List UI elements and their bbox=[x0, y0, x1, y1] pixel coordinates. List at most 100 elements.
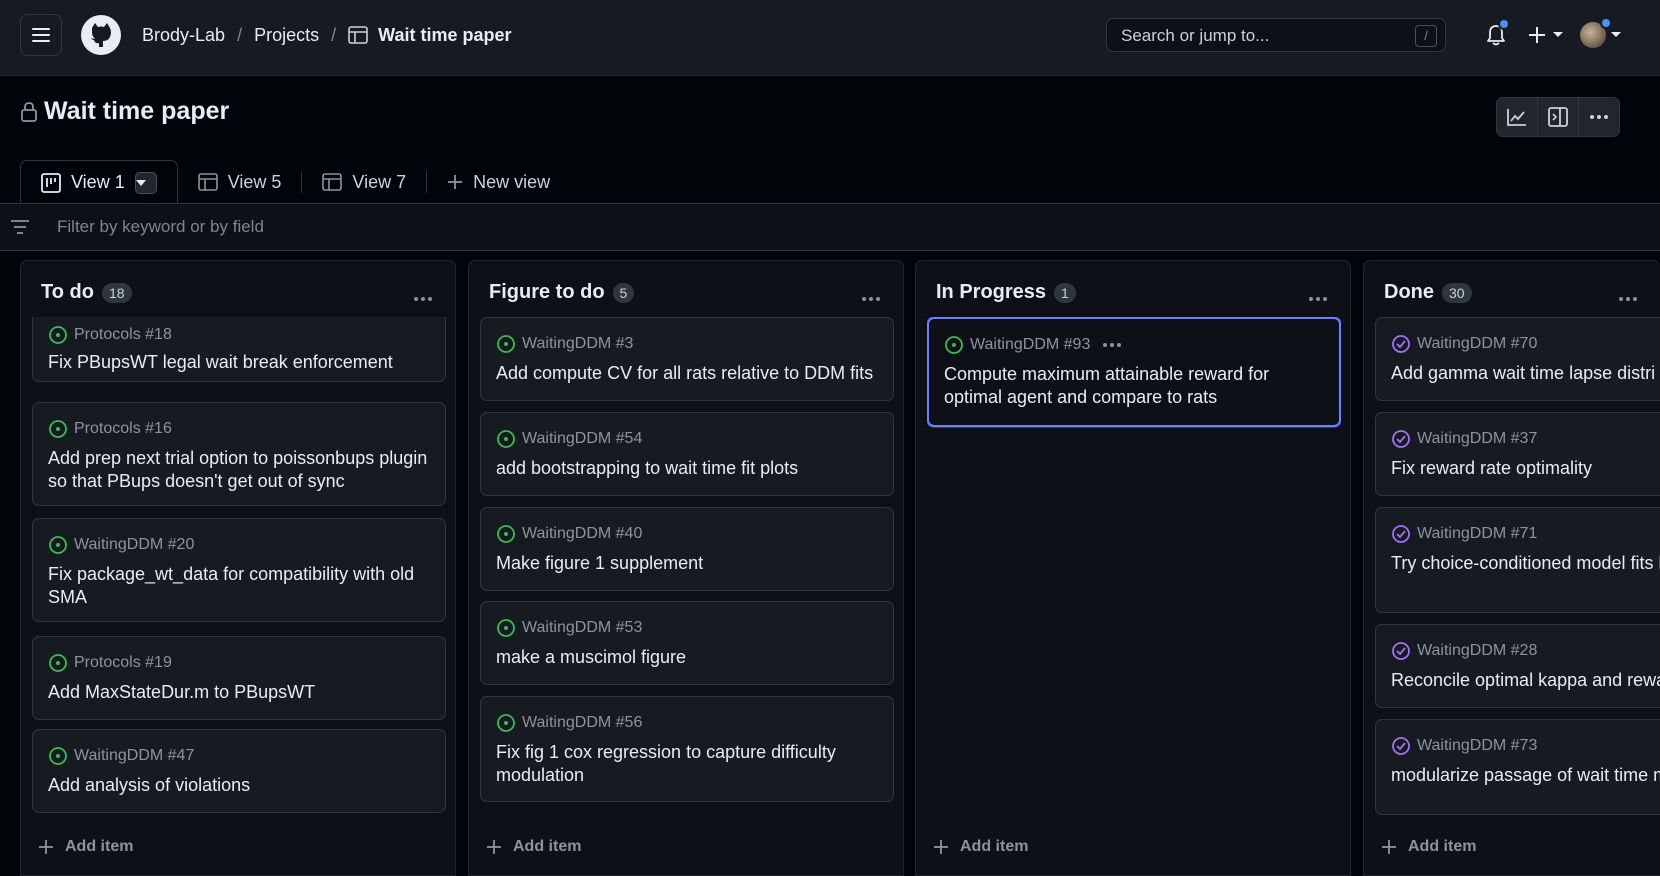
column-count-badge: 30 bbox=[1442, 282, 1472, 303]
issue-reference[interactable]: WaitingDDM #20 bbox=[74, 536, 194, 554]
issue-title[interactable]: Add MaxStateDur.m to PBupsWT bbox=[48, 681, 432, 704]
issue-card[interactable]: WaitingDDM #71 Try choice-conditioned mod… bbox=[1375, 507, 1660, 613]
issue-title[interactable]: make a muscimol figure bbox=[496, 646, 880, 669]
issue-title[interactable]: Reconcile optimal kappa and rewa bbox=[1391, 669, 1660, 692]
issue-title[interactable]: Make figure 1 supplement bbox=[496, 552, 880, 575]
new-view-button[interactable]: New view bbox=[427, 160, 570, 204]
kebab-horizontal-icon[interactable] bbox=[1102, 342, 1122, 348]
breadcrumb-current-project[interactable]: Wait time paper bbox=[378, 25, 511, 46]
user-menu-button[interactable] bbox=[1580, 17, 1622, 50]
issue-reference[interactable]: WaitingDDM #3 bbox=[522, 335, 633, 353]
add-item-button[interactable]: Add item bbox=[39, 838, 133, 856]
add-item-button[interactable]: Add item bbox=[1382, 838, 1476, 856]
issue-opened-icon bbox=[497, 525, 515, 543]
tab-label: View 5 bbox=[227, 171, 282, 192]
issue-card[interactable]: WaitingDDM #54 add bootstrapping to wait … bbox=[480, 412, 894, 496]
issue-card[interactable]: WaitingDDM #73 modularize passage of wait… bbox=[1375, 719, 1660, 815]
issue-closed-icon bbox=[1392, 430, 1410, 448]
tab-view-5[interactable]: View 5 bbox=[178, 160, 302, 204]
filter-bar[interactable]: Filter by keyword or by field bbox=[0, 204, 1660, 251]
issue-title[interactable]: Add compute CV for all rats relative to … bbox=[496, 362, 880, 385]
filter-input[interactable]: Filter by keyword or by field bbox=[57, 217, 264, 237]
issue-reference[interactable]: WaitingDDM #70 bbox=[1417, 335, 1537, 353]
issue-card[interactable]: Protocols #16 Add prep next trial option … bbox=[32, 402, 446, 506]
column-header: To do 18 bbox=[41, 281, 132, 304]
create-new-button[interactable] bbox=[1526, 20, 1566, 50]
issue-card[interactable]: Protocols #18 Fix PBupsWT legal wait brea… bbox=[32, 317, 446, 382]
issue-reference[interactable]: WaitingDDM #47 bbox=[74, 747, 194, 765]
issue-opened-icon bbox=[497, 430, 515, 448]
issue-reference[interactable]: WaitingDDM #93 bbox=[970, 336, 1090, 354]
issue-title[interactable]: Add prep next trial option to poissonbup… bbox=[48, 447, 432, 493]
issue-title[interactable]: Add gamma wait time lapse distri bbox=[1391, 362, 1660, 385]
column-title: To do bbox=[41, 281, 94, 303]
issue-card[interactable]: WaitingDDM #40 Make figure 1 supplement bbox=[480, 507, 894, 591]
tab-view-7[interactable]: View 7 bbox=[302, 160, 426, 204]
issue-title[interactable]: Fix package_wt_data for compatibility wi… bbox=[48, 563, 432, 609]
column-options-button[interactable] bbox=[1618, 289, 1638, 307]
issue-reference[interactable]: WaitingDDM #40 bbox=[522, 525, 642, 543]
issue-title[interactable]: Fix fig 1 cox regression to capture diff… bbox=[496, 741, 880, 787]
notifications-button[interactable] bbox=[1484, 18, 1510, 50]
issue-title[interactable]: Try choice-conditioned model fits lapse … bbox=[1391, 552, 1660, 575]
add-item-button[interactable]: Add item bbox=[487, 838, 581, 856]
issue-card[interactable]: WaitingDDM #47 Add analysis of violations bbox=[32, 729, 446, 813]
issue-reference[interactable]: WaitingDDM #54 bbox=[522, 430, 642, 448]
issue-reference[interactable]: WaitingDDM #71 bbox=[1417, 525, 1537, 543]
issue-card[interactable]: WaitingDDM #28 Reconcile optimal kappa an… bbox=[1375, 624, 1660, 708]
issue-card[interactable]: WaitingDDM #53 make a muscimol figure bbox=[480, 601, 894, 685]
issue-card[interactable]: WaitingDDM #93 Compute maximum attainable… bbox=[927, 317, 1341, 427]
side-panel-button[interactable] bbox=[1538, 98, 1579, 136]
breadcrumb-org[interactable]: Brody-Lab bbox=[142, 25, 225, 46]
column-cards: Protocols #18 Fix PBupsWT legal wait brea… bbox=[32, 317, 446, 817]
column-cards: WaitingDDM #70 Add gamma wait time lapse … bbox=[1375, 317, 1660, 817]
issue-title[interactable]: Add analysis of violations bbox=[48, 774, 432, 797]
issue-reference[interactable]: WaitingDDM #56 bbox=[522, 714, 642, 732]
card-meta: Protocols #18 bbox=[48, 325, 172, 345]
more-options-button[interactable] bbox=[1579, 98, 1619, 136]
issue-opened-icon bbox=[49, 654, 67, 672]
card-meta: Protocols #19 bbox=[48, 653, 172, 673]
issue-card[interactable]: WaitingDDM #3 Add compute CV for all rats… bbox=[480, 317, 894, 401]
issue-card[interactable]: WaitingDDM #37 Fix reward rate optimality bbox=[1375, 412, 1660, 496]
issue-title[interactable]: modularize passage of wait time m parame… bbox=[1391, 764, 1660, 787]
issue-reference[interactable]: WaitingDDM #37 bbox=[1417, 430, 1537, 448]
issue-opened-icon bbox=[49, 536, 67, 554]
issue-card[interactable]: WaitingDDM #56 Fix fig 1 cox regression t… bbox=[480, 696, 894, 802]
issue-reference[interactable]: Protocols #19 bbox=[74, 654, 172, 672]
tab-view-1[interactable]: View 1 bbox=[20, 160, 178, 204]
view-options-dropdown[interactable] bbox=[134, 171, 157, 194]
column-options-button[interactable] bbox=[1308, 289, 1328, 307]
add-item-button[interactable]: Add item bbox=[934, 838, 1028, 856]
card-meta: WaitingDDM #93 bbox=[944, 335, 1128, 355]
issue-opened-icon bbox=[49, 326, 67, 344]
breadcrumb-separator: / bbox=[331, 24, 337, 45]
github-logo-icon[interactable] bbox=[80, 14, 122, 56]
issue-reference[interactable]: WaitingDDM #53 bbox=[522, 619, 642, 637]
issue-title[interactable]: Compute maximum attainable reward for op… bbox=[944, 363, 1328, 409]
issue-reference[interactable]: WaitingDDM #28 bbox=[1417, 642, 1537, 660]
column-count-badge: 1 bbox=[1054, 282, 1076, 303]
board-column: To do 18 Protocols #18 Fix PBupsWT legal wa… bbox=[20, 260, 456, 876]
column-header: In Progress 1 bbox=[936, 281, 1076, 304]
breadcrumb-projects[interactable]: Projects bbox=[254, 25, 319, 46]
issue-reference[interactable]: Protocols #18 bbox=[74, 326, 172, 344]
issue-card[interactable]: WaitingDDM #20 Fix package_wt_data for co… bbox=[32, 518, 446, 622]
card-meta: WaitingDDM #71 bbox=[1391, 524, 1537, 544]
issue-title[interactable]: Fix reward rate optimality bbox=[1391, 457, 1660, 480]
issue-opened-icon bbox=[49, 420, 67, 438]
search-input[interactable]: Search or jump to... / bbox=[1106, 18, 1446, 52]
column-options-button[interactable] bbox=[861, 289, 881, 307]
issue-reference[interactable]: Protocols #16 bbox=[74, 420, 172, 438]
menu-button[interactable] bbox=[20, 14, 62, 56]
kebab-horizontal-icon bbox=[1619, 297, 1637, 301]
insights-button[interactable] bbox=[1497, 98, 1538, 136]
column-options-button[interactable] bbox=[413, 289, 433, 307]
issue-title[interactable]: add bootstrapping to wait time fit plots bbox=[496, 457, 880, 480]
issue-card[interactable]: Protocols #19 Add MaxStateDur.m to PBupsW… bbox=[32, 636, 446, 720]
column-cards: WaitingDDM #3 Add compute CV for all rats… bbox=[480, 317, 894, 817]
board-column: Figure to do 5 WaitingDDM #3 Add compute CV… bbox=[468, 260, 904, 876]
issue-card[interactable]: WaitingDDM #70 Add gamma wait time lapse … bbox=[1375, 317, 1660, 401]
issue-reference[interactable]: WaitingDDM #73 bbox=[1417, 737, 1537, 755]
issue-title[interactable]: Fix PBupsWT legal wait break enforcement bbox=[48, 351, 432, 374]
